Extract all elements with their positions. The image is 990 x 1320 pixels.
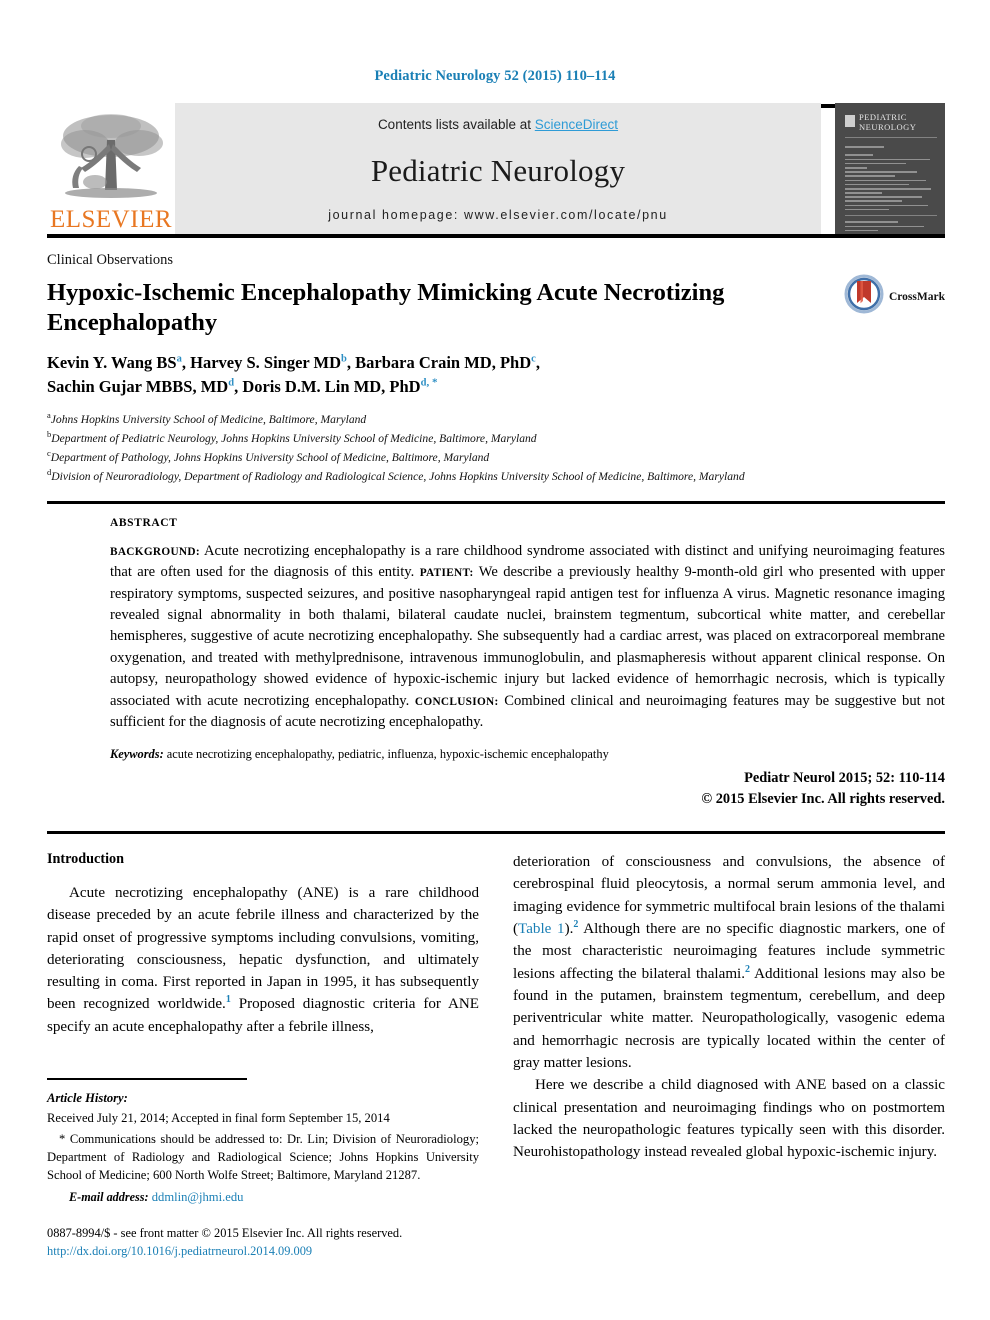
contents-available-line: Contents lists available at ScienceDirec… <box>378 117 618 132</box>
masthead-center: Contents lists available at ScienceDirec… <box>175 103 821 234</box>
author-sep-4: , Doris D.M. Lin MD, PhD <box>234 377 421 397</box>
author-line-1: Kevin Y. Wang BSa, Harvey S. Singer MDb,… <box>47 351 807 375</box>
crossmark-icon <box>844 274 884 319</box>
affiliation-item: cDepartment of Pathology, Johns Hopkins … <box>47 447 847 466</box>
journal-title: Pediatric Neurology <box>370 152 626 188</box>
section-kicker: Clinical Observations <box>47 252 174 268</box>
crossmark-badge[interactable]: CrossMark <box>844 274 945 319</box>
title-block: CrossMark Clinical Observations Hypoxic-… <box>47 252 945 485</box>
article-history-heading: Article History: <box>47 1091 128 1106</box>
title-bottom-rule <box>47 500 945 504</box>
correspondence-note: * Communications should be addressed to:… <box>47 1131 479 1183</box>
email-line: E-mail address: ddmlin@jhmi.edu <box>47 1188 479 1207</box>
corresponding-author-marker: , * <box>426 376 438 389</box>
abstract-section: ABSTRACT BACKGROUND: Acute necrotizing e… <box>110 517 945 811</box>
journal-cover-thumbnail: PEDIATRIC NEUROLOGY <box>835 103 945 234</box>
author-name-wang: Kevin Y. Wang BS <box>47 353 177 373</box>
crossmark-label: CrossMark <box>888 290 945 303</box>
author-sep-2: , Barbara Crain MD, PhD <box>346 353 532 373</box>
affiliation-item: aJohns Hopkins University School of Medi… <box>47 409 847 428</box>
body-columns: Introduction Acute necrotizing encephalo… <box>47 851 945 1261</box>
intro-paragraph-3: Here we describe a child diagnosed with … <box>513 1077 945 1161</box>
elsevier-logo: ELSEVIER <box>47 103 175 234</box>
article-history-dates: Received July 21, 2014; Accepted in fina… <box>47 1111 390 1126</box>
affiliation-list: aJohns Hopkins University School of Medi… <box>47 409 847 485</box>
page-title: Hypoxic-Ischemic Encephalopathy Mimickin… <box>47 279 725 336</box>
abstract-heading: ABSTRACT <box>110 516 178 529</box>
doi-link[interactable]: http://dx.doi.org/10.1016/j.pediatrneuro… <box>47 1244 312 1258</box>
keywords-label: Keywords: <box>110 746 164 761</box>
author-name-gujar: Sachin Gujar MBBS, MD <box>47 377 229 397</box>
cover-text-lines <box>845 146 937 234</box>
elsevier-wordmark: ELSEVIER <box>49 206 173 233</box>
article-page: Pediatric Neurology 52 (2015) 110–114 EL… <box>0 0 990 1320</box>
affiliation-item: bDepartment of Pediatric Neurology, John… <box>47 428 847 447</box>
column-left: Introduction Acute necrotizing encephalo… <box>47 851 479 1261</box>
email-label: E-mail address: <box>69 1190 149 1205</box>
abstract-label-background: BACKGROUND: <box>110 545 200 558</box>
affiliation-text: Division of Neuroradiology, Department o… <box>51 469 745 483</box>
contents-prefix: Contents lists available at <box>377 117 535 132</box>
table-1-link[interactable]: Table 1 <box>518 921 565 937</box>
affiliation-text: Department of Pathology, Johns Hopkins U… <box>50 450 490 464</box>
column-right: deterioration of consciousness and convu… <box>513 851 945 1261</box>
footnotes-block: Article History: Received July 21, 2014;… <box>47 1089 479 1261</box>
running-head: Pediatric Neurology 52 (2015) 110–114 <box>374 68 616 84</box>
masthead-bottom-rule <box>47 234 945 238</box>
abstract-label-patient: PATIENT: <box>419 567 474 580</box>
citation-block: Pediatr Neurol 2015; 52: 110-114 © 2015 … <box>110 768 945 811</box>
author-line-2: Sachin Gujar MBBS, MDd, Doris D.M. Lin M… <box>47 375 807 399</box>
sciencedirect-link[interactable]: ScienceDirect <box>535 117 618 132</box>
citation-line: Pediatr Neurol 2015; 52: 110-114 <box>744 769 945 786</box>
footnote-rule <box>47 1078 247 1081</box>
issn-copyright-block: 0887-8994/$ - see front matter © 2015 El… <box>47 1225 479 1261</box>
intro-p1-text-a: Acute necrotizing encephalopathy (ANE) i… <box>47 884 479 1013</box>
keywords-line: Keywords: acute necrotizing encephalopat… <box>110 747 945 762</box>
author-sep-1: , Harvey S. Singer MD <box>181 353 342 373</box>
intro-paragraph-1: Acute necrotizing encephalopathy (ANE) i… <box>47 882 479 1038</box>
author-sep-3: , <box>535 353 540 373</box>
author-list: Kevin Y. Wang BSa, Harvey S. Singer MDb,… <box>47 351 807 399</box>
affiliation-text: Johns Hopkins University School of Medic… <box>50 412 367 426</box>
copyright-line: © 2015 Elsevier Inc. All rights reserved… <box>701 791 945 808</box>
abstract-text-patient: We describe a previously healthy 9-month… <box>110 564 945 709</box>
journal-masthead: ELSEVIER Contents lists available at Sci… <box>47 99 945 234</box>
journal-homepage-line[interactable]: journal homepage: www.elsevier.com/locat… <box>328 208 668 222</box>
affiliation-text: Department of Pediatric Neurology, Johns… <box>51 431 537 445</box>
elsevier-tree-icon <box>55 110 167 206</box>
introduction-heading: Introduction <box>47 850 124 867</box>
affiliation-item: dDivision of Neuroradiology, Department … <box>47 466 847 485</box>
intro-paragraph-2: deterioration of consciousness and convu… <box>513 851 945 1074</box>
issn-line: 0887-8994/$ - see front matter © 2015 El… <box>47 1226 403 1241</box>
cover-title-line-2: NEUROLOGY <box>859 121 917 132</box>
abstract-body: BACKGROUND: Acute necrotizing encephalop… <box>110 541 945 734</box>
abstract-bottom-rule <box>47 830 945 834</box>
keywords-text: acute necrotizing encephalopathy, pediat… <box>163 746 609 761</box>
journal-emblem-icon <box>845 115 855 127</box>
email-link[interactable]: ddmlin@jhmi.edu <box>152 1190 244 1204</box>
abstract-label-conclusion: CONCLUSION: <box>414 695 499 708</box>
